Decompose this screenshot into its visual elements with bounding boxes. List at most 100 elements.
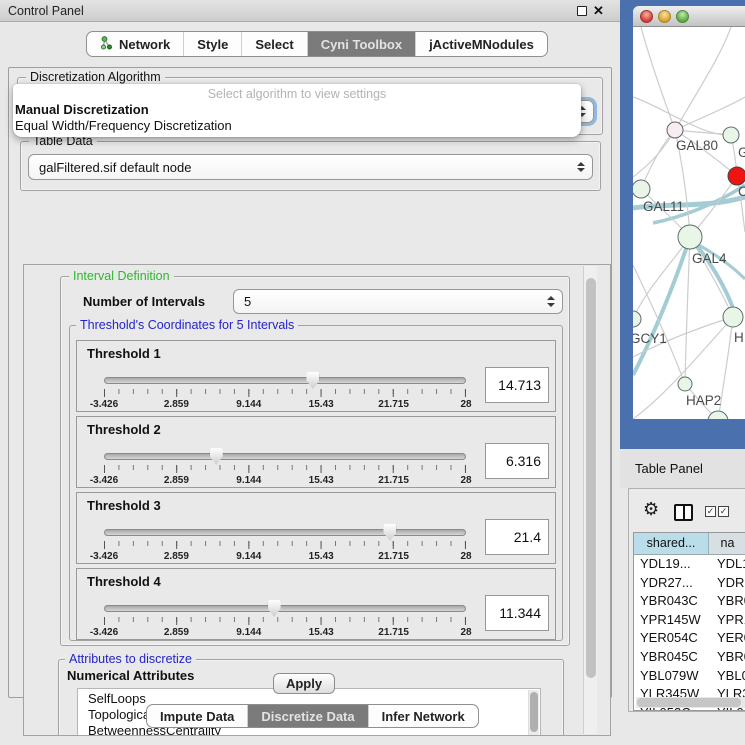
table-data-combobox[interactable]: galFiltered.sif default node	[28, 154, 593, 180]
cell[interactable]: YBR0	[709, 648, 745, 667]
table-row[interactable]: YDL19...YDL1	[634, 555, 745, 574]
cell[interactable]: YBL079W	[634, 667, 709, 686]
node-label-gal11: GAL11	[643, 199, 684, 214]
tab-discretize-data[interactable]: Discretize Data	[247, 705, 367, 727]
threshold-3-slider[interactable]: -3.426 2.859 9.144 15.43 21.715 28	[104, 529, 466, 563]
node-label-gal80: GAL80	[676, 138, 718, 153]
threshold-4-slider[interactable]: -3.426 2.859 9.144 15.43 21.715 28	[104, 605, 466, 639]
threshold-2-slider[interactable]: -3.426 2.859 9.144 15.43 21.715 28	[104, 453, 466, 487]
tab-discretize-data-label: Discretize Data	[261, 709, 354, 724]
threshold-1-value-field[interactable]: 14.713	[485, 367, 549, 403]
slider-track[interactable]	[104, 605, 466, 612]
float-window-icon[interactable]	[577, 6, 587, 16]
cell[interactable]: YBR0	[709, 592, 745, 611]
node-hap2[interactable]	[678, 377, 692, 391]
slider-thumb[interactable]	[306, 372, 319, 389]
node-gal11[interactable]	[633, 180, 650, 198]
slider-thumb[interactable]	[268, 600, 281, 617]
cell[interactable]: YDR27...	[634, 574, 709, 593]
algorithm-placeholder-option[interactable]: Select algorithm to view settings	[13, 84, 581, 101]
node-bottom[interactable]	[708, 411, 728, 419]
cell[interactable]: YPR1	[709, 611, 745, 630]
slider-tick-labels: -3.426 2.859 9.144 15.43 21.715 28	[104, 399, 466, 411]
tab-style[interactable]: Style	[183, 32, 241, 56]
slider-track[interactable]	[104, 377, 466, 384]
network-window: GAL80 G. C GAL11 GAL4 GCY1 H HAP2	[633, 6, 745, 419]
tab-network[interactable]: Network	[87, 32, 183, 56]
tick-label: 28	[460, 627, 471, 638]
tab-impute-data[interactable]: Impute Data	[147, 705, 247, 727]
table-row[interactable]: YBR043CYBR0	[634, 592, 745, 611]
table-row[interactable]: YDR27...YDR2	[634, 574, 745, 593]
tab-cyni-toolbox[interactable]: Cyni Toolbox	[307, 32, 415, 56]
slider-track[interactable]	[104, 529, 466, 536]
node-h[interactable]	[723, 307, 743, 327]
cell[interactable]: YBL0	[709, 667, 745, 686]
table-row[interactable]: YER054CYER0	[634, 629, 745, 648]
slider-major-ticks	[104, 465, 466, 473]
node-top-right[interactable]	[723, 127, 739, 143]
node-attribute-table[interactable]: shared... na YDL19...YDL1 YDR27...YDR2 Y…	[633, 532, 745, 711]
checkbox-icon[interactable]: ✓	[718, 506, 729, 517]
table-row[interactable]: YBR045CYBR0	[634, 648, 745, 667]
list-scrollbar[interactable]	[528, 690, 539, 736]
tick-label: -3.426	[90, 399, 118, 410]
scrollbar-thumb[interactable]	[586, 278, 596, 678]
cell[interactable]: YDR2	[709, 574, 745, 593]
tab-infer-network[interactable]: Infer Network	[368, 705, 478, 727]
tick-label: 9.144	[236, 399, 261, 410]
table-horizontal-scrollbar[interactable]	[636, 697, 745, 708]
threshold-4-value-field[interactable]: 11.344	[485, 595, 549, 631]
tick-label: 2.859	[164, 475, 189, 486]
cell[interactable]: YDL19...	[634, 555, 709, 574]
cell[interactable]: YDL1	[709, 555, 745, 574]
tab-select[interactable]: Select	[241, 32, 306, 56]
network-canvas[interactable]: GAL80 G. C GAL11 GAL4 GCY1 H HAP2	[633, 27, 745, 419]
node-gal4[interactable]	[678, 225, 702, 249]
combo-arrows-icon	[576, 162, 585, 173]
scrollbar-thumb[interactable]	[637, 698, 741, 707]
columns-icon[interactable]	[674, 504, 693, 521]
mac-minimize-icon[interactable]	[658, 10, 671, 23]
column-header-name[interactable]: na	[709, 533, 745, 554]
spinner-arrows-icon	[546, 296, 555, 307]
algorithm-option-equal-width[interactable]: Equal Width/Frequency Discretization	[13, 117, 581, 133]
tab-jactivemnodules[interactable]: jActiveMNodules	[415, 32, 547, 56]
threshold-2-value-field[interactable]: 6.316	[485, 443, 549, 479]
node-red-selected[interactable]	[728, 167, 745, 185]
node-gcy1[interactable]	[633, 311, 641, 327]
cyni-bottom-tabs: Impute Data Discretize Data Infer Networ…	[146, 704, 479, 728]
cell[interactable]: YER0	[709, 629, 745, 648]
control-panel-tabs: Network Style Select Cyni Toolbox jActiv…	[86, 31, 548, 57]
table-row[interactable]: YPR145WYPR1	[634, 611, 745, 630]
table-panel: ⚙ ✓ ✓ shared... na YDL19...YDL1 YDR27...…	[628, 488, 745, 712]
table-data-group: Table Data galFiltered.sif default node	[20, 141, 601, 191]
apply-button[interactable]: Apply	[273, 673, 335, 694]
checkbox-icon[interactable]: ✓	[705, 506, 716, 517]
gear-icon[interactable]: ⚙	[643, 499, 659, 520]
number-of-intervals-spinner[interactable]: 5	[233, 289, 563, 314]
tab-infer-network-label: Infer Network	[382, 709, 465, 724]
slider-thumb[interactable]	[383, 524, 396, 541]
mac-close-icon[interactable]	[640, 10, 653, 23]
cell[interactable]: YBR043C	[634, 592, 709, 611]
column-header-shared-name[interactable]: shared...	[634, 533, 709, 554]
slider-thumb[interactable]	[210, 448, 223, 465]
slider-major-ticks	[104, 389, 466, 397]
mac-zoom-icon[interactable]	[676, 10, 689, 23]
table-row[interactable]: YBL079WYBL0	[634, 667, 745, 686]
network-icon	[100, 36, 113, 53]
threshold-1-slider[interactable]: -3.426 2.859 9.144 15.43 21.715 28	[104, 377, 466, 411]
threshold-3-value-field[interactable]: 21.4	[485, 519, 549, 555]
close-icon[interactable]: ✕	[593, 3, 604, 19]
tick-label: 21.715	[378, 627, 409, 638]
slider-track[interactable]	[104, 453, 466, 460]
cell[interactable]: YER054C	[634, 629, 709, 648]
node-gal80[interactable]	[667, 122, 683, 138]
cell[interactable]: YPR145W	[634, 611, 709, 630]
tick-label: 9.144	[236, 475, 261, 486]
cell[interactable]: YBR045C	[634, 648, 709, 667]
algorithm-option-manual[interactable]: Manual Discretization	[13, 101, 581, 117]
settings-vertical-scrollbar[interactable]	[583, 266, 597, 734]
tick-label: 15.43	[309, 475, 334, 486]
